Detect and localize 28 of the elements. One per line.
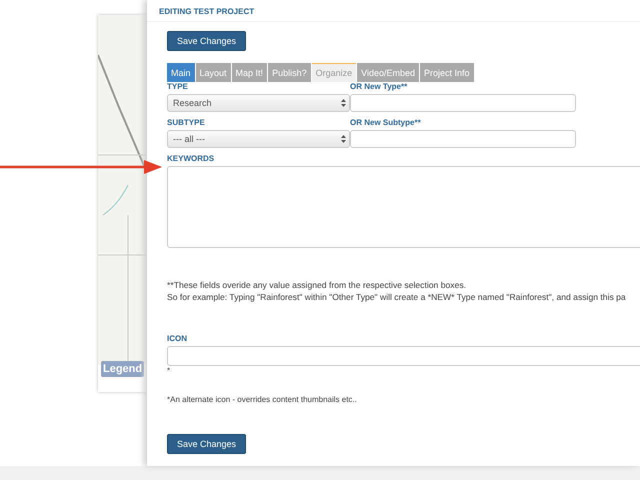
keywords-label: KEYWORDS [167, 154, 216, 163]
tab[interactable]: Layout [196, 63, 231, 82]
icon-hint-text: *An alternate icon - overrides content thumbnails etc.. [167, 395, 358, 404]
subtype-label: SUBTYPE [167, 118, 206, 127]
select-arrows-icon [341, 99, 346, 107]
tab[interactable]: Publish? [268, 63, 311, 82]
tab[interactable]: Project Info [420, 63, 474, 82]
tab[interactable]: Main [167, 63, 195, 82]
keywords-field[interactable] [167, 166, 640, 248]
new-subtype-field[interactable] [350, 130, 576, 148]
note-text: So for example: Typing "Rainforest" within "Other Type" will create a *NEW* Type named "Rainforest", and assign this pa [167, 291, 627, 303]
new-type-field[interactable] [350, 94, 576, 112]
new-type-label: OR New Type** [350, 82, 408, 91]
asterisk-text: * [167, 366, 172, 375]
save-changes-button[interactable]: Save Changes [167, 434, 246, 454]
save-changes-button[interactable]: Save Changes [167, 31, 246, 51]
tab[interactable]: Map It! [232, 63, 268, 82]
panel-title: EDITING TEST PROJECT [147, 0, 640, 22]
type-select[interactable]: Research [167, 94, 350, 112]
type-label: TYPE [167, 82, 189, 91]
subtype-select[interactable]: --- all --- [167, 130, 350, 148]
legend-button[interactable]: Legend [101, 361, 144, 377]
tab[interactable]: Video/Embed [357, 63, 419, 82]
select-arrows-icon [341, 135, 346, 143]
new-subtype-label: OR New Subtype** [350, 118, 422, 127]
icon-label: ICON [167, 334, 188, 343]
icon-field[interactable] [167, 346, 640, 366]
note-text: **These fields overide any value assigned from the respective selection boxes. [167, 279, 468, 291]
